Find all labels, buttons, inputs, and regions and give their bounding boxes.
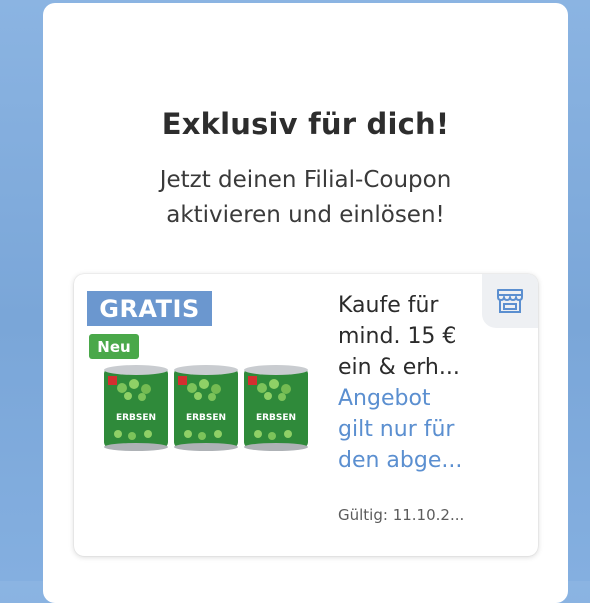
- new-badge: Neu: [89, 334, 139, 359]
- description-line-1: Kaufe für: [338, 293, 439, 318]
- product-image: ERBSEN ERBSEN ERBSEN: [104, 365, 308, 451]
- condition-line-3[interactable]: den abge...: [338, 445, 528, 476]
- validity-text: Gültig: 11.10.2...: [338, 506, 465, 524]
- subtitle-line-1: Jetzt deinen Filial-Coupon: [159, 167, 452, 193]
- product-label-2: ERBSEN: [186, 413, 226, 423]
- page-subtitle: Jetzt deinen Filial-Coupon aktivieren un…: [103, 163, 508, 233]
- description-line-2: mind. 15 €: [338, 324, 457, 349]
- coupon-card[interactable]: GRATIS Neu ERBSEN ERBSEN ERBSEN Kaufe fü…: [74, 274, 538, 556]
- condition-line-1[interactable]: Angebot: [338, 383, 528, 414]
- page-title: Exklusiv für dich!: [161, 107, 450, 141]
- product-label-1: ERBSEN: [116, 413, 156, 423]
- product-label-3: ERBSEN: [256, 413, 296, 423]
- condition-line-2[interactable]: gilt nur für: [338, 414, 528, 445]
- coupon-description: Kaufe für mind. 15 € ein & erh... Angebo…: [338, 290, 528, 476]
- pea-can-3: ERBSEN: [244, 365, 308, 451]
- gratis-badge: GRATIS: [87, 291, 212, 326]
- pea-can-1: ERBSEN: [104, 365, 168, 451]
- description-line-3: ein & erh...: [338, 355, 460, 380]
- pea-can-2: ERBSEN: [174, 365, 238, 451]
- subtitle-line-2: aktivieren und einlösen!: [166, 202, 445, 228]
